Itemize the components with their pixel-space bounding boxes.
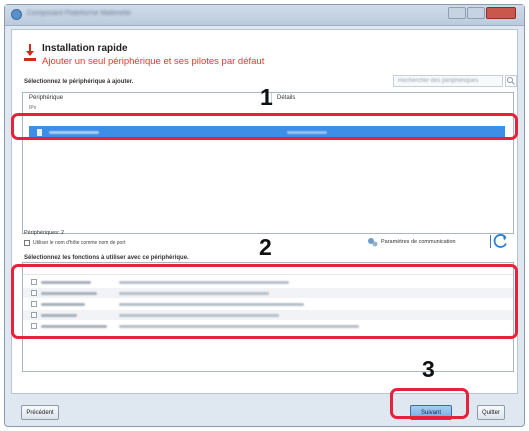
quit-button[interactable]: Quitter	[477, 405, 505, 420]
list-subheader: IPv	[29, 105, 37, 111]
device-icon	[37, 129, 42, 136]
function-row[interactable]	[23, 321, 513, 331]
page-title: Installation rapide	[42, 43, 128, 54]
page-subtitle: Ajouter un seul périphérique et ses pilo…	[42, 56, 265, 67]
function-list[interactable]	[22, 262, 514, 372]
search-icon	[507, 77, 515, 85]
function-checkbox[interactable]	[31, 279, 37, 285]
function-name-redacted	[41, 292, 97, 295]
function-row[interactable]	[23, 288, 513, 298]
device-detail-redacted	[287, 131, 327, 134]
callout-number-3: 3	[422, 356, 435, 382]
search-button[interactable]	[505, 75, 517, 87]
function-row[interactable]	[23, 277, 513, 287]
function-desc-redacted	[119, 314, 279, 317]
network-settings-icon	[368, 238, 378, 247]
previous-button[interactable]: Précédent	[21, 405, 59, 420]
function-name-redacted	[41, 314, 77, 317]
function-name-redacted	[41, 303, 85, 306]
function-checkbox[interactable]	[31, 312, 37, 318]
install-arrow-icon	[24, 44, 36, 61]
hostname-checkbox[interactable]	[24, 240, 30, 246]
comm-settings-link[interactable]: Paramètres de communication	[367, 237, 456, 247]
function-row[interactable]	[23, 299, 513, 309]
refresh-icon[interactable]	[493, 233, 509, 249]
device-list[interactable]: Périphérique Détails IPv	[22, 92, 514, 234]
function-section-label: Sélectionnez les fonctions à utiliser av…	[24, 255, 189, 261]
hostname-checkbox-label: Utiliser le nom d'hôte comme nom de port	[33, 240, 126, 246]
close-button[interactable]	[486, 7, 516, 19]
column-header-details[interactable]: Détails	[277, 95, 295, 101]
function-row[interactable]	[23, 310, 513, 320]
minimize-button[interactable]	[448, 7, 466, 19]
device-row-selected[interactable]	[29, 126, 505, 139]
maximize-button[interactable]	[467, 7, 485, 19]
toolbar-separator	[490, 235, 491, 248]
search-placeholder: Rechercher des périphériques	[398, 78, 479, 84]
function-checkbox[interactable]	[31, 323, 37, 329]
function-checkbox[interactable]	[31, 301, 37, 307]
device-count: Périphériques: 2	[24, 230, 65, 236]
window-title: Composant Plateforme Matérielle	[27, 10, 131, 17]
next-button[interactable]: Suivant	[410, 405, 452, 420]
function-desc-redacted	[119, 325, 359, 328]
installer-window: Composant Plateforme Matérielle Installa…	[4, 4, 525, 427]
title-bar: Composant Plateforme Matérielle	[5, 5, 524, 26]
function-desc-redacted	[119, 303, 304, 306]
function-list-header	[23, 263, 513, 275]
function-name-redacted	[41, 325, 107, 328]
device-name-redacted	[49, 131, 99, 134]
app-icon	[11, 9, 22, 20]
callout-number-2: 2	[259, 234, 272, 260]
function-desc-redacted	[119, 292, 269, 295]
function-desc-redacted	[119, 281, 289, 284]
device-section-label: Sélectionnez le périphérique à ajouter.	[24, 79, 134, 85]
comm-settings-label: Paramètres de communication	[381, 239, 456, 245]
function-name-redacted	[41, 281, 91, 284]
device-search-input[interactable]: Rechercher des périphériques	[393, 75, 503, 87]
function-checkbox[interactable]	[31, 290, 37, 296]
column-header-device[interactable]: Périphérique	[29, 95, 63, 101]
callout-number-1: 1	[260, 84, 273, 110]
